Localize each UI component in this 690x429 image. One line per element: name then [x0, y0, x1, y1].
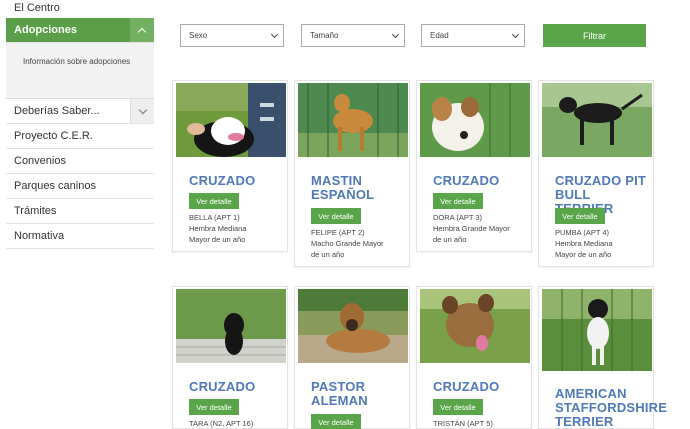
sidebar-item-convenios[interactable]: Convenios — [6, 149, 154, 174]
chevron-down-icon — [511, 30, 520, 39]
dog-photo[interactable] — [298, 289, 408, 363]
ver-detalle-button[interactable]: Ver detalle — [555, 208, 605, 224]
chevron-down-icon — [138, 105, 147, 114]
chevron-up-icon — [137, 27, 147, 36]
dog-name: TARA (N2, APT 16) — [189, 419, 254, 428]
sidebar-item-label: Convenios — [14, 155, 66, 167]
sidebar-item-label: Normativa — [14, 230, 65, 242]
sidebar-item-label: Adopciones — [14, 24, 77, 36]
dog-age: Mayor de un año — [189, 235, 246, 244]
sidebar-item-label: El Centro — [14, 2, 60, 14]
dog-card: CRUZADO Ver detalle BELLA (APT 1) Hembra… — [172, 80, 288, 252]
dog-card: PASTOR ALEMAN Ver detalle — [294, 286, 410, 429]
dog-photo[interactable] — [420, 289, 530, 363]
dog-card: CRUZADO Ver detalle DORA (APT 3) Hembra … — [416, 80, 532, 252]
card-title: MASTIN ESPAÑOL — [311, 173, 375, 202]
expand-toggle[interactable] — [130, 99, 154, 123]
dog-age: de un año — [433, 235, 467, 244]
dog-age: de un año — [311, 250, 345, 259]
dog-name: DORA (APT 3) — [433, 213, 483, 222]
card-title: CRUZADO — [189, 173, 256, 188]
card-title: CRUZADO — [433, 173, 500, 188]
sidebar-item-normativa[interactable]: Normativa — [6, 224, 154, 249]
card-title: CRUZADO — [189, 379, 256, 394]
dog-attributes: Hembra Mediana — [555, 239, 613, 248]
ver-detalle-button[interactable]: Ver detalle — [433, 399, 483, 415]
dog-card: AMERICAN STAFFORDSHIRE TERRIER — [538, 286, 668, 429]
dog-card: MASTIN ESPAÑOL Ver detalle FELIPE (APT 2… — [294, 80, 410, 267]
card-info: TARA (N2, APT 16) — [189, 418, 283, 429]
dog-name: TRISTÁN (APT 5) — [433, 419, 493, 428]
ver-detalle-button[interactable]: Ver detalle — [433, 193, 483, 209]
card-info: DORA (APT 3) Hembra Grande Mayor de un a… — [433, 212, 527, 245]
sexo-select-value: Sexo — [189, 31, 208, 40]
dog-card: CRUZADO PIT BULL TERRIER Ver detalle PUM… — [538, 80, 654, 267]
card-title: AMERICAN STAFFORDSHIRE TERRIER — [555, 386, 668, 429]
collapse-toggle[interactable] — [130, 18, 154, 42]
card-title: CRUZADO — [433, 379, 500, 394]
sidebar-item-deberias-saber[interactable]: Deberías Saber... — [6, 99, 154, 124]
card-info: TRISTÁN (APT 5) — [433, 418, 527, 429]
ver-detalle-button[interactable]: Ver detalle — [189, 399, 239, 415]
dog-card: CRUZADO Ver detalle TARA (N2, APT 16) — [172, 286, 288, 429]
filtrar-button[interactable]: Filtrar — [543, 24, 646, 47]
sidebar-item-label: Deberías Saber... — [14, 105, 100, 117]
dog-photo[interactable] — [542, 83, 652, 157]
tamano-select-value: Tamaño — [310, 31, 339, 40]
sexo-select[interactable]: Sexo — [180, 24, 284, 47]
sidebar-subitem-label: Información sobre adopciones — [23, 57, 131, 66]
sidebar-item-parques-caninos[interactable]: Parques caninos — [6, 174, 154, 199]
sidebar-item-adopciones[interactable]: Adopciones — [6, 18, 154, 43]
dog-photo[interactable] — [420, 83, 530, 157]
sidebar-item-proyecto-cer[interactable]: Proyecto C.E.R. — [6, 124, 154, 149]
ver-detalle-button[interactable]: Ver detalle — [311, 208, 361, 224]
sidebar-item-tramites[interactable]: Trámites — [6, 199, 154, 224]
dog-attributes: Hembra Mediana — [189, 224, 247, 233]
sidebar-item-label: Parques caninos — [14, 180, 96, 192]
dog-name: BELLA (APT 1) — [189, 213, 240, 222]
sidebar-item-el-centro[interactable]: El Centro — [6, 0, 154, 18]
sidebar-item-label: Proyecto C.E.R. — [14, 130, 93, 142]
chevron-down-icon — [270, 30, 279, 39]
sidebar: El Centro Adopciones Información sobre a… — [6, 0, 154, 249]
sidebar-item-label: Trámites — [14, 205, 57, 217]
edad-select[interactable]: Edad — [421, 24, 525, 47]
dog-photo[interactable] — [176, 83, 286, 157]
sidebar-subitem-informacion[interactable]: Información sobre adopciones — [6, 43, 154, 99]
ver-detalle-button[interactable]: Ver detalle — [311, 414, 361, 429]
card-info: BELLA (APT 1) Hembra Mediana Mayor de un… — [189, 212, 283, 245]
dog-attributes: Hembra Grande Mayor — [433, 224, 510, 233]
ver-detalle-button[interactable]: Ver detalle — [189, 193, 239, 209]
dog-card: CRUZADO Ver detalle TRISTÁN (APT 5) — [416, 286, 532, 429]
dog-age: Mayor de un año — [555, 250, 612, 259]
tamano-select[interactable]: Tamaño — [301, 24, 405, 47]
dog-attributes: Macho Grande Mayor — [311, 239, 384, 248]
card-info: FELIPE (APT 2) Macho Grande Mayor de un … — [311, 227, 405, 260]
dog-photo[interactable] — [542, 289, 652, 371]
dog-photo[interactable] — [176, 289, 286, 363]
dog-photo[interactable] — [298, 83, 408, 157]
card-info: PUMBA (APT 4) Hembra Mediana Mayor de un… — [555, 227, 649, 260]
chevron-down-icon — [391, 30, 400, 39]
dog-name: PUMBA (APT 4) — [555, 228, 610, 237]
edad-select-value: Edad — [430, 31, 449, 40]
card-title: PASTOR ALEMAN — [311, 379, 368, 408]
dog-name: FELIPE (APT 2) — [311, 228, 365, 237]
